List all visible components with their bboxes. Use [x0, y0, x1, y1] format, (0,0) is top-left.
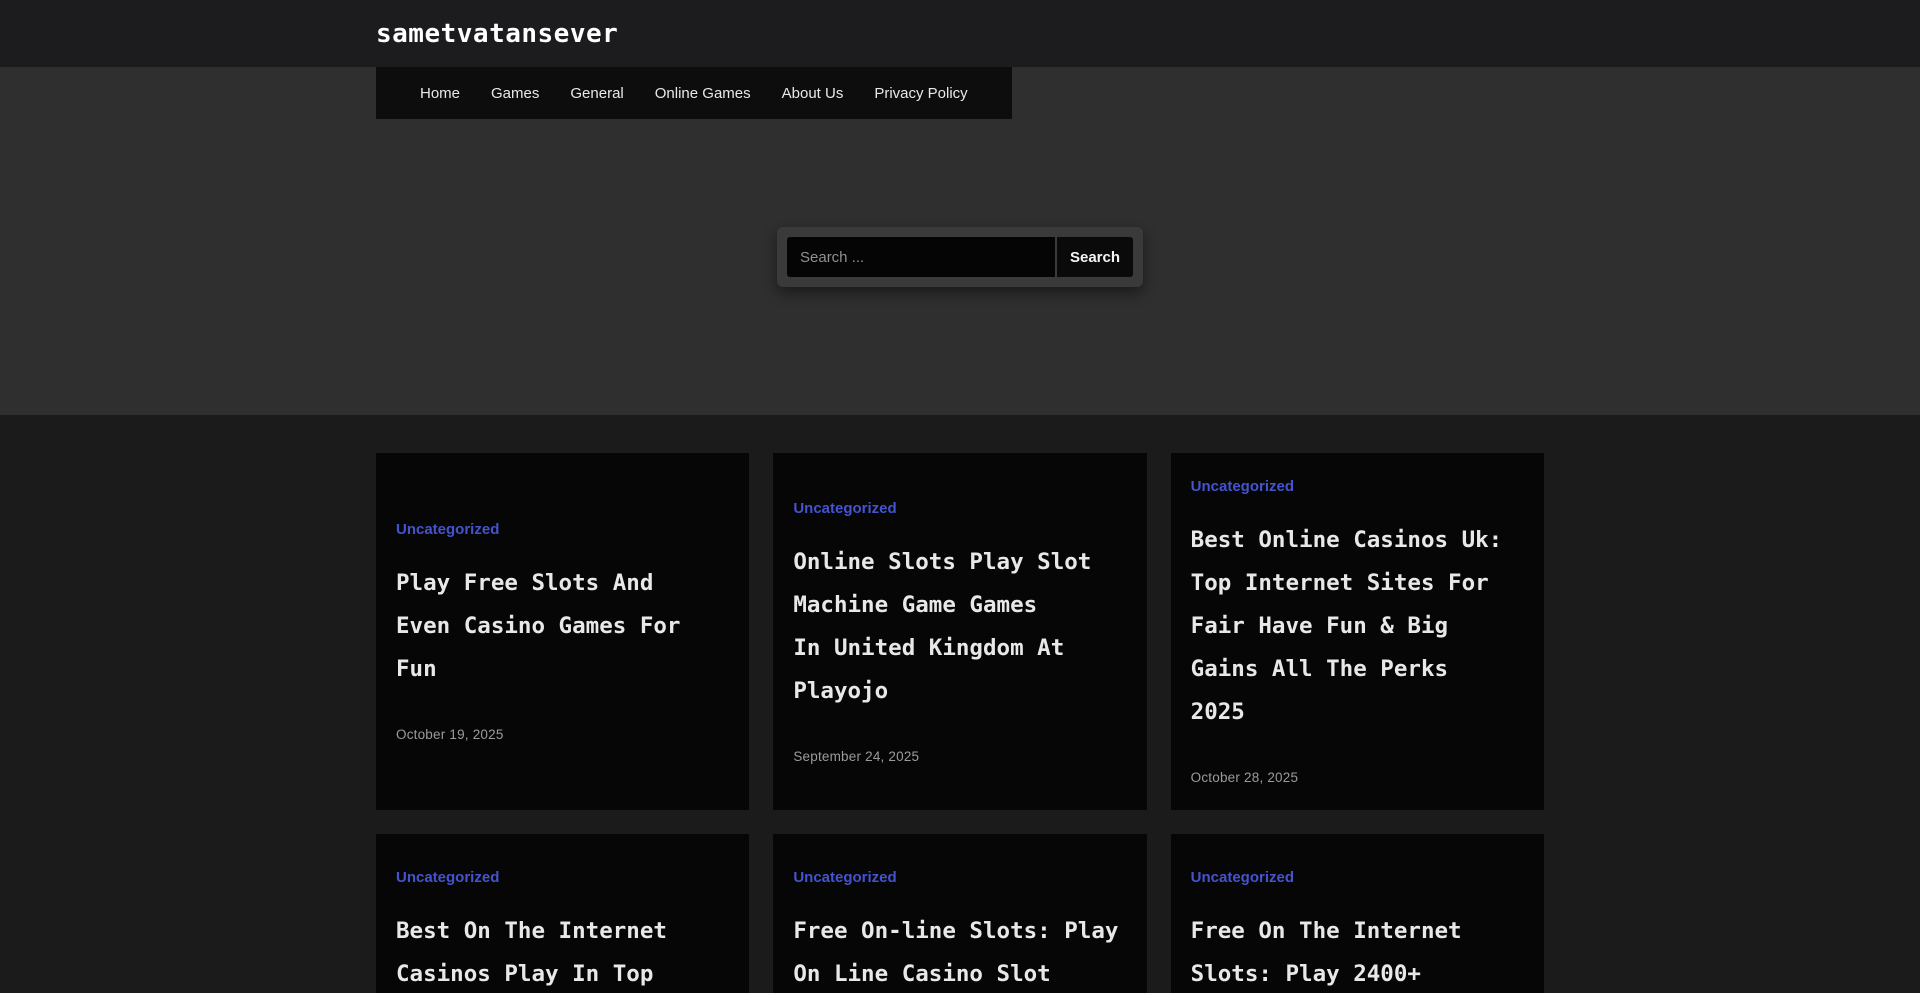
post-category-link[interactable]: Uncategorized: [1191, 478, 1294, 495]
post-card: Uncategorized Free On-line Slots: Play O…: [773, 834, 1146, 993]
post-category-link[interactable]: Uncategorized: [396, 869, 499, 886]
posts-section: Uncategorized Play Free Slots And Even C…: [0, 415, 1920, 993]
hero-section: Home Games General Online Games About Us…: [0, 67, 1920, 415]
post-title-link[interactable]: Play Free Slots And Even Casino Games Fo…: [396, 562, 729, 691]
nav-item-about-us[interactable]: About Us: [782, 85, 844, 102]
post-card: Uncategorized Best Online Casinos Uk: To…: [1171, 453, 1544, 810]
search-form: Search: [777, 227, 1143, 287]
post-title-link[interactable]: Online Slots Play Slot Machine Game Game…: [793, 541, 1126, 713]
post-title-link[interactable]: Free On-line Slots: Play On Line Casino …: [793, 910, 1126, 993]
site-header: sametvatansever: [0, 0, 1920, 67]
post-title-link[interactable]: Free On The Internet Slots: Play 2400+: [1191, 910, 1524, 993]
nav-item-home[interactable]: Home: [420, 85, 460, 102]
main-nav: Home Games General Online Games About Us…: [376, 67, 1012, 119]
posts-grid: Uncategorized Play Free Slots And Even C…: [376, 453, 1544, 993]
post-category-link[interactable]: Uncategorized: [396, 521, 499, 538]
search-button[interactable]: Search: [1057, 237, 1133, 277]
post-card: Uncategorized Best On The Internet Casin…: [376, 834, 749, 993]
nav-item-online-games[interactable]: Online Games: [655, 85, 751, 102]
post-date: October 28, 2025: [1191, 770, 1524, 785]
post-title-link[interactable]: Best On The Internet Casinos Play In Top: [396, 910, 729, 993]
post-card: Uncategorized Play Free Slots And Even C…: [376, 453, 749, 810]
site-title[interactable]: sametvatansever: [376, 19, 1544, 49]
post-category-link[interactable]: Uncategorized: [1191, 869, 1294, 886]
nav-item-general[interactable]: General: [570, 85, 623, 102]
post-date: September 24, 2025: [793, 749, 1126, 764]
nav-item-games[interactable]: Games: [491, 85, 539, 102]
post-title-link[interactable]: Best Online Casinos Uk: Top Internet Sit…: [1191, 519, 1524, 734]
nav-item-privacy-policy[interactable]: Privacy Policy: [874, 85, 967, 102]
post-card: Uncategorized Free On The Internet Slots…: [1171, 834, 1544, 993]
post-category-link[interactable]: Uncategorized: [793, 869, 896, 886]
search-area: Search: [0, 227, 1920, 287]
post-category-link[interactable]: Uncategorized: [793, 500, 896, 517]
post-card: Uncategorized Online Slots Play Slot Mac…: [773, 453, 1146, 810]
post-date: October 19, 2025: [396, 727, 729, 742]
search-input[interactable]: [787, 237, 1055, 277]
